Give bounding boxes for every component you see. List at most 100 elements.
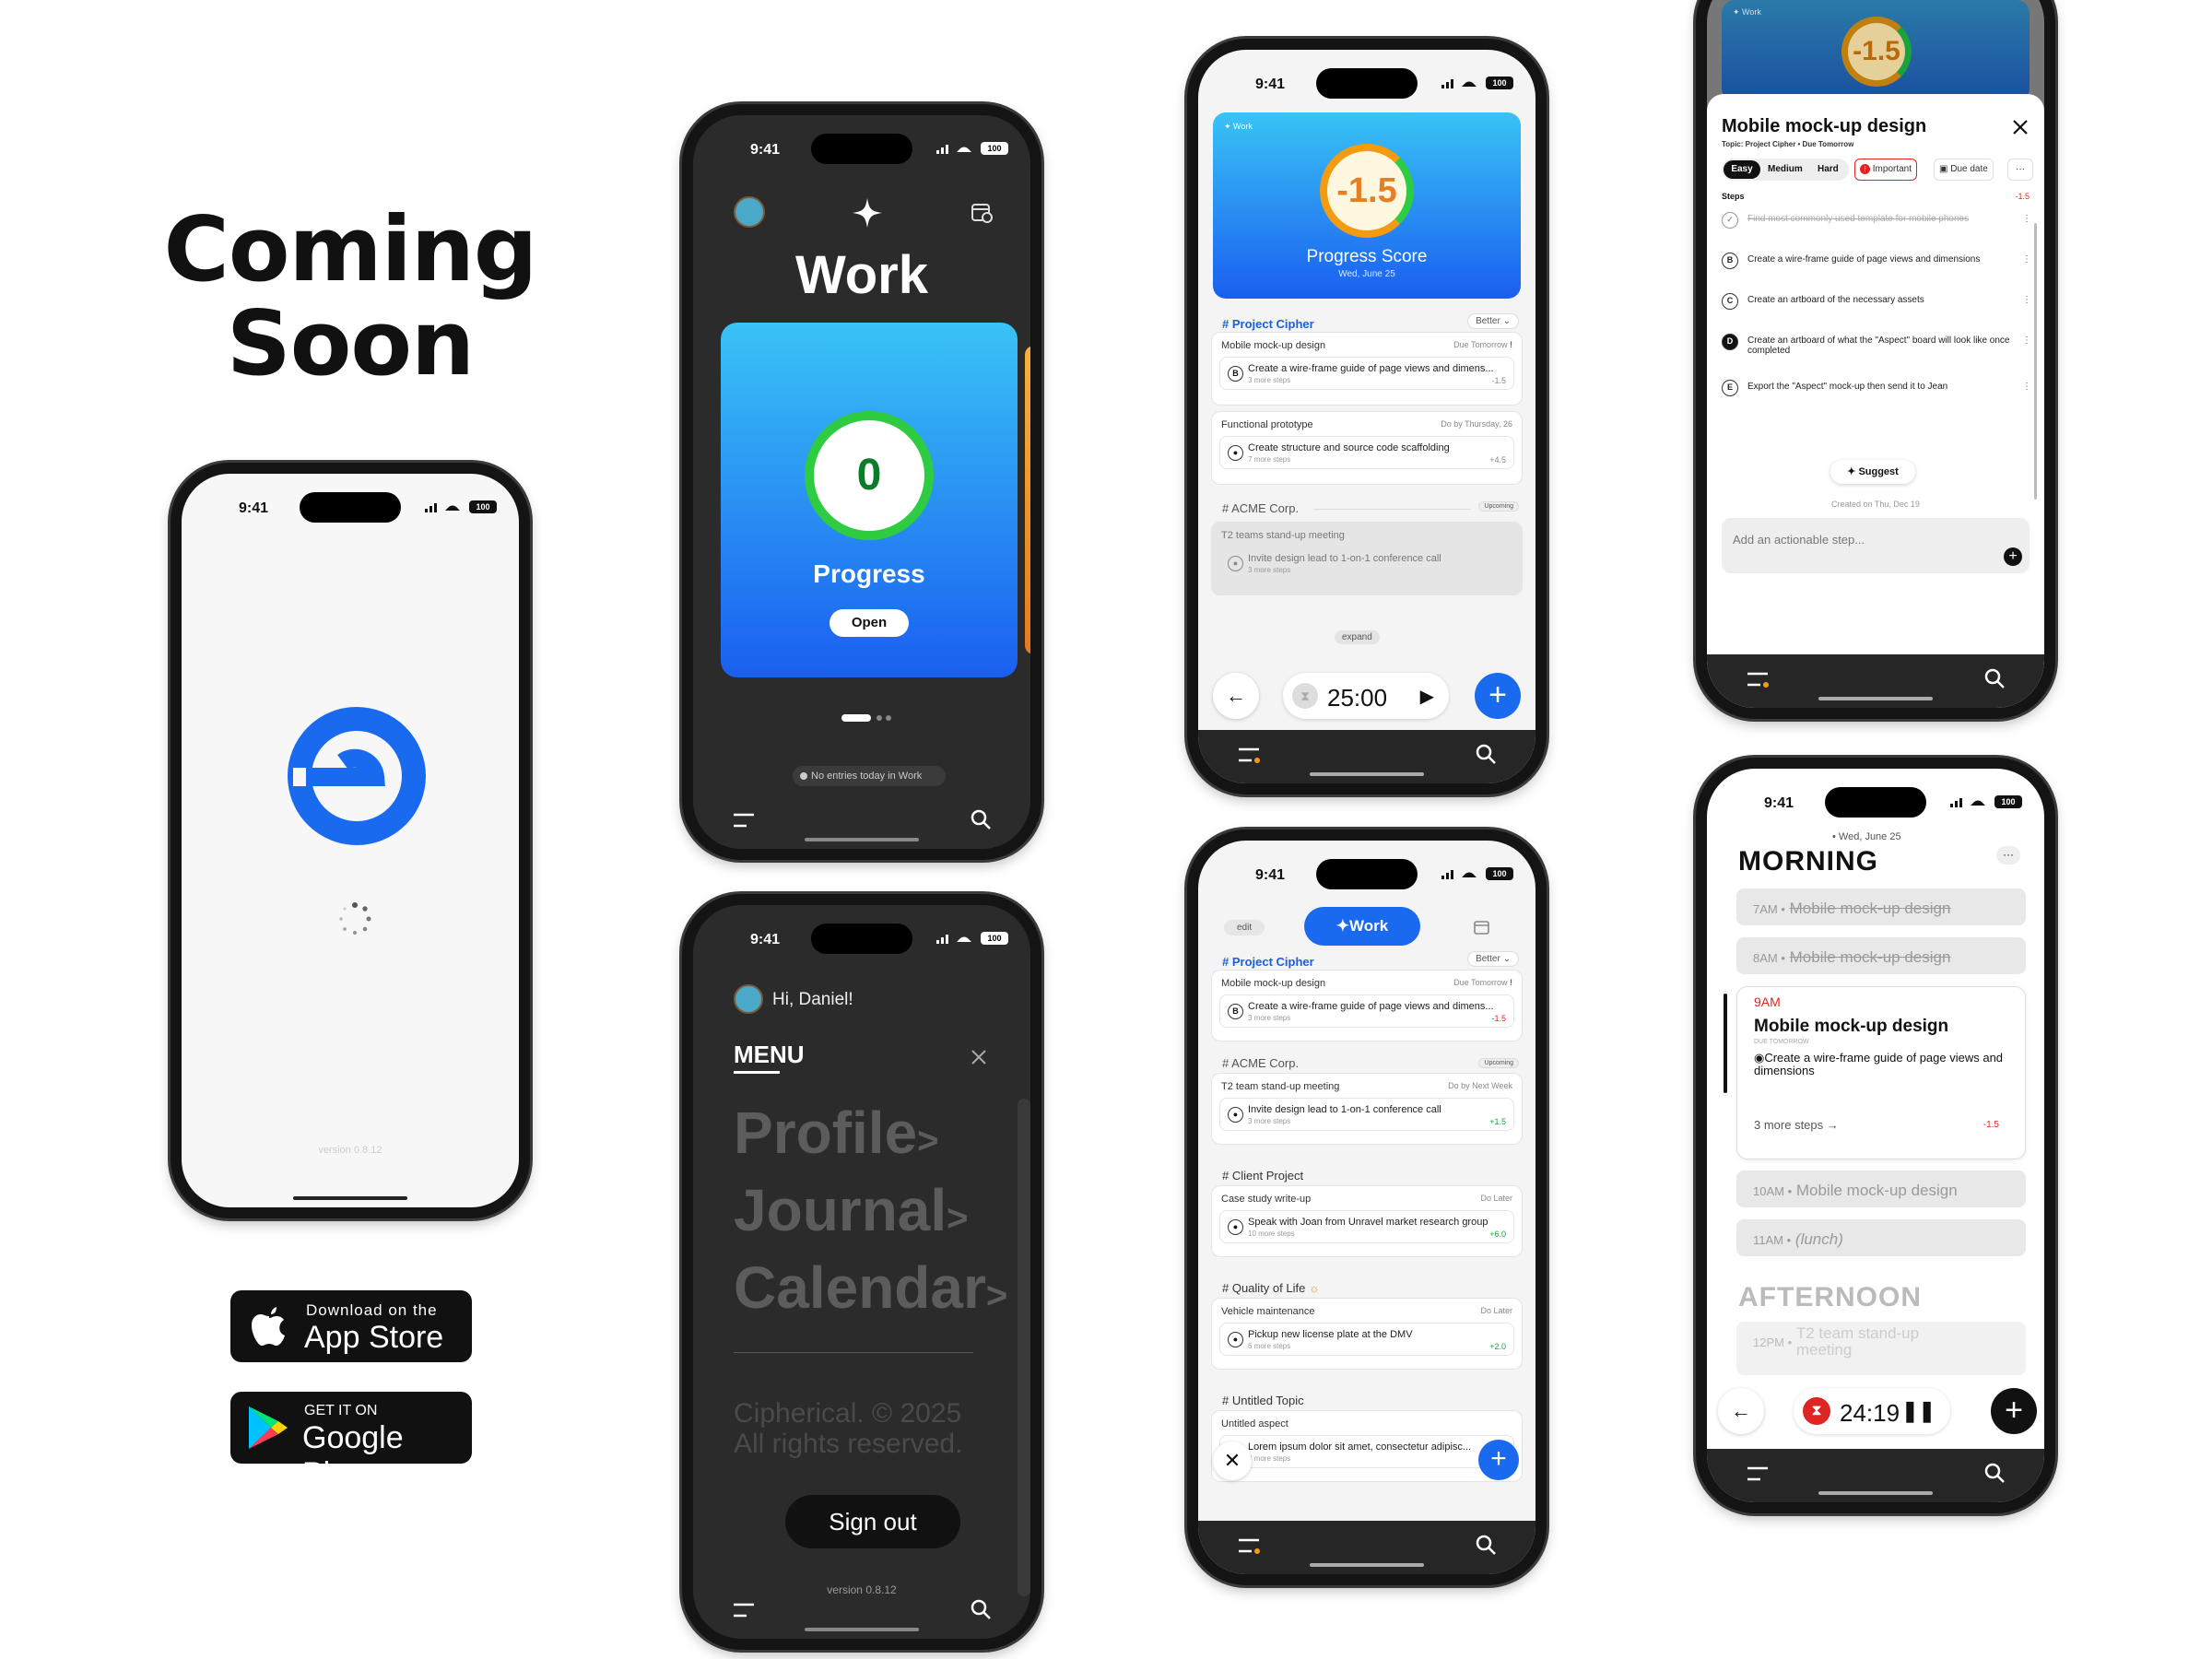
menu-icon[interactable] — [1237, 747, 1261, 763]
menu-icon[interactable] — [1746, 1465, 1770, 1482]
step-text: Create a wire-frame guide of page views … — [1248, 363, 1494, 374]
slot-time: 7AM • — [1753, 902, 1785, 916]
search-icon[interactable] — [1983, 1462, 2006, 1484]
step-row[interactable]: ● Invite design lead to 1-on-1 conference… — [1219, 547, 1514, 580]
dot — [886, 715, 891, 721]
search-icon[interactable] — [970, 1598, 992, 1620]
card-title: Functional prototype — [1221, 419, 1313, 430]
close-button[interactable]: ✕ — [1213, 1441, 1252, 1480]
step-menu-icon[interactable]: ⋮ — [2022, 254, 2031, 265]
menu-item-journal[interactable]: Journal> — [734, 1176, 969, 1244]
menu-item-calendar[interactable]: Calendar> — [734, 1253, 1007, 1322]
more-options-button[interactable]: ··· — [1996, 846, 2020, 865]
difficulty-hard[interactable]: Hard — [1818, 164, 1839, 174]
difficulty-segment[interactable]: Easy Medium Hard — [1722, 159, 1849, 181]
topic-heading[interactable]: # Untitled Topic — [1222, 1394, 1304, 1407]
topic-heading[interactable]: # Quality of Life ☼ — [1222, 1281, 1320, 1295]
play-icon[interactable]: ▶ — [1420, 685, 1434, 708]
aspect-card[interactable]: Mobile mock-up design Due Tomorrow ! B Cr… — [1211, 970, 1523, 1041]
time-slot-11am[interactable]: 11AM • (lunch) — [1736, 1219, 2026, 1256]
difficulty-easy[interactable]: Easy — [1724, 160, 1760, 179]
step-menu-icon[interactable]: ⋮ — [2022, 214, 2031, 224]
step-letter-badge: B — [1228, 366, 1243, 382]
steps-scrollbar[interactable] — [2034, 223, 2037, 500]
step-menu-icon[interactable]: ⋮ — [2022, 335, 2031, 346]
active-area-button[interactable]: ✦Work — [1304, 907, 1420, 946]
status-bar: 9:41 100 — [693, 924, 1030, 954]
back-button[interactable]: ← — [1213, 673, 1259, 719]
pause-icon[interactable]: ❚❚ — [1901, 1399, 1936, 1423]
menu-icon[interactable] — [732, 812, 756, 829]
time-slot-9am-card[interactable]: 9AM Mobile mock-up design DUE TOMORROW ◉… — [1736, 986, 2026, 1159]
step-row[interactable]: ● Create structure and source code scaffo… — [1219, 436, 1514, 469]
step-row[interactable]: ● Pickup new license plate at the DMV 6 mo… — [1219, 1323, 1514, 1356]
search-icon[interactable] — [1475, 743, 1497, 765]
more-steps-link[interactable]: 3 more steps → — [1754, 1118, 1839, 1132]
slot-time: 8AM • — [1753, 951, 1785, 965]
aspect-card[interactable]: Mobile mock-up design Due Tomorrow ! B Cr… — [1211, 332, 1523, 406]
aspect-card[interactable]: T2 team stand-up meeting Do by Next Week… — [1211, 1073, 1523, 1145]
topic-heading[interactable]: # Project Cipher — [1222, 955, 1314, 969]
avatar[interactable] — [734, 984, 763, 1014]
menu-icon[interactable] — [1746, 671, 1770, 688]
sort-dropdown[interactable]: Better ⌄ — [1467, 313, 1519, 329]
menu-icon[interactable] — [732, 1602, 756, 1618]
aspect-card[interactable]: Functional prototype Do by Thursday, 26 … — [1211, 411, 1523, 485]
add-button[interactable]: + — [1478, 1440, 1519, 1480]
aspect-card[interactable]: Vehicle maintenance Do Later ● Pickup new… — [1211, 1298, 1523, 1370]
step-text: Invite design lead to 1-on-1 conference … — [1248, 553, 1441, 564]
back-button[interactable]: ← — [1718, 1388, 1764, 1434]
page-dots[interactable] — [841, 714, 897, 722]
step-menu-icon[interactable]: ⋮ — [2022, 295, 2031, 305]
app-store-badge[interactable]: Download on the App Store — [230, 1290, 472, 1362]
step-row[interactable]: ●Lorem ipsum dolor sit amet, consectetur… — [1219, 1435, 1514, 1468]
step-row[interactable]: B Create a wire-frame guide of page views… — [1219, 357, 1514, 390]
due-date-button[interactable]: ▣ Due date — [1934, 159, 1994, 181]
search-icon[interactable] — [970, 808, 992, 830]
menu-item-profile[interactable]: Profile> — [734, 1099, 939, 1167]
aspect-card[interactable]: Untitled aspect ●Lorem ipsum dolor sit a… — [1211, 1410, 1523, 1482]
search-icon[interactable] — [1475, 1534, 1497, 1556]
suggest-button[interactable]: ✦ Suggest — [1830, 460, 1915, 484]
topic-heading[interactable]: # ACME Corp. — [1222, 501, 1299, 515]
sort-dropdown[interactable]: Better ⌄ — [1467, 951, 1519, 967]
step-menu-icon[interactable]: ⋮ — [2022, 382, 2031, 392]
time-slot-8am[interactable]: 8AM • Mobile mock-up design — [1736, 937, 2026, 974]
open-button[interactable]: Open — [830, 609, 909, 637]
focus-timer[interactable]: ⧗ 24:19 ❚❚ — [1794, 1388, 1950, 1434]
add-button[interactable]: + — [1991, 1388, 2037, 1434]
close-icon[interactable] — [970, 1048, 988, 1066]
calendar-icon[interactable] — [1473, 918, 1491, 936]
add-button[interactable]: + — [1475, 673, 1521, 719]
topic-heading[interactable]: # ACME Corp. — [1222, 1056, 1299, 1070]
scrollbar[interactable] — [1018, 1099, 1030, 1596]
important-toggle[interactable]: ! Important — [1854, 159, 1918, 181]
edit-button[interactable]: edit — [1224, 920, 1265, 935]
topic-heading[interactable]: # Project Cipher — [1222, 317, 1314, 331]
time-slot-12pm[interactable]: 12PM • T2 team stand-up meeting — [1736, 1322, 2026, 1375]
step-row[interactable]: ● Invite design lead to 1-on-1 conference… — [1219, 1098, 1514, 1131]
add-step-input[interactable]: Add an actionable step... + — [1722, 518, 2030, 573]
aspect-card[interactable]: T2 teams stand-up meeting ● Invite design… — [1211, 522, 1523, 595]
progress-card[interactable]: 0 Progress Open — [721, 323, 1018, 677]
calendar-icon[interactable] — [970, 200, 994, 224]
topic-heading[interactable]: # Client Project — [1222, 1169, 1303, 1182]
expand-button[interactable]: expand — [1335, 630, 1380, 644]
sparkle-icon[interactable] — [851, 196, 884, 229]
google-play-badge[interactable]: GET IT ON Google Play — [230, 1392, 472, 1491]
search-icon[interactable] — [1983, 667, 2006, 689]
avatar[interactable] — [734, 196, 765, 228]
focus-timer[interactable]: ⧗ 25:00 ▶ — [1283, 673, 1449, 719]
menu-icon[interactable] — [1237, 1537, 1261, 1554]
add-step-icon[interactable]: + — [2004, 547, 2022, 566]
step-row[interactable]: ● Speak with Joan from Unravel market res… — [1219, 1210, 1514, 1243]
step-row[interactable]: B Create a wire-frame guide of page views… — [1219, 994, 1514, 1028]
aspect-card[interactable]: Case study write-up Do Later ● Speak with… — [1211, 1185, 1523, 1257]
sign-out-button[interactable]: Sign out — [785, 1495, 960, 1548]
difficulty-medium[interactable]: Medium — [1768, 164, 1803, 174]
time-slot-7am[interactable]: 7AM • Mobile mock-up design — [1736, 888, 2026, 925]
time-slot-10am[interactable]: 10AM • Mobile mock-up design — [1736, 1171, 2026, 1207]
close-icon[interactable] — [2011, 118, 2030, 136]
score-card[interactable]: ✦ Work -1.5 Progress Score Wed, June 25 — [1213, 112, 1521, 299]
more-options-button[interactable]: ··· — [2007, 159, 2033, 181]
